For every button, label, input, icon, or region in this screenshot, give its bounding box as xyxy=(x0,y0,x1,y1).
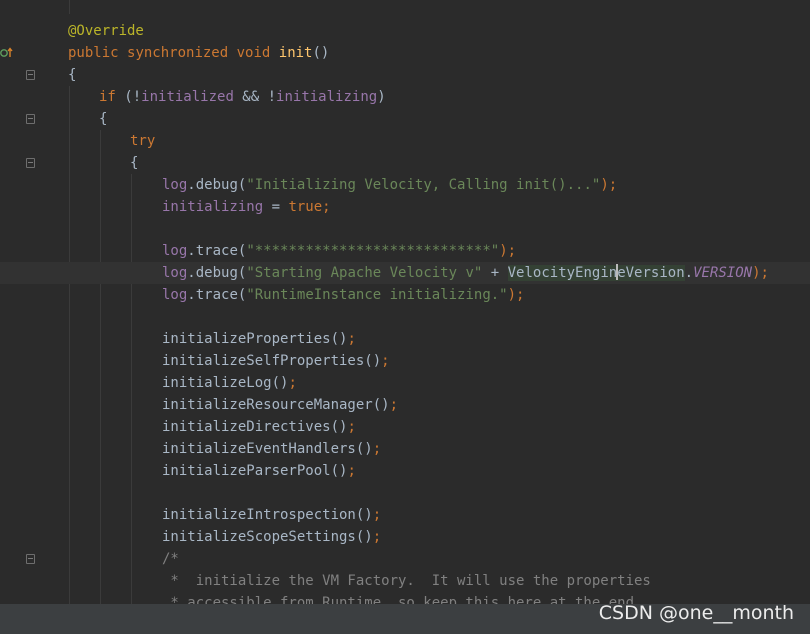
string-literal: "Starting Apache Velocity v" xyxy=(246,265,483,281)
code-line[interactable]: public synchronized void init() xyxy=(0,42,810,64)
code-line[interactable]: log.debug("Initializing Velocity, Callin… xyxy=(0,174,810,196)
code-line[interactable]: /* xyxy=(0,548,810,570)
keyword: true xyxy=(288,199,323,215)
code-line[interactable]: log.trace("****************************"… xyxy=(0,240,810,262)
class-reference: VelocityEngineVersion xyxy=(507,264,685,281)
punctuation: ; xyxy=(288,375,297,391)
code-line[interactable]: initializeResourceManager(); xyxy=(0,394,810,416)
method-call: .trace( xyxy=(187,243,247,259)
field-reference: log xyxy=(162,287,188,303)
code-line[interactable]: initializeDirectives(); xyxy=(0,416,810,438)
punctuation: ; xyxy=(322,199,331,215)
punctuation: ; xyxy=(372,507,382,523)
annotation: @Override xyxy=(68,23,144,39)
field-reference: initializing xyxy=(276,89,378,105)
field-reference: initializing xyxy=(162,199,264,215)
code-line[interactable]: initializeSelfProperties(); xyxy=(0,350,810,372)
class-name-part: VelocityEngin xyxy=(507,265,618,281)
punctuation: ; xyxy=(389,397,399,413)
punctuation: ); xyxy=(507,287,525,303)
punctuation: ); xyxy=(499,243,517,259)
punctuation: ; xyxy=(372,441,382,457)
class-name-part: eVersion xyxy=(617,265,685,281)
keyword: void xyxy=(236,45,271,61)
method-call: .trace( xyxy=(187,287,247,303)
operator: && ! xyxy=(233,89,277,105)
comment: /* xyxy=(162,551,179,567)
code-line[interactable]: @Override xyxy=(0,20,810,42)
keyword: if xyxy=(99,89,116,105)
code-line[interactable]: * initialize the VM Factory. It will use… xyxy=(0,570,810,592)
punctuation: ) xyxy=(377,89,386,105)
field-reference: log xyxy=(162,243,188,259)
code-line[interactable]: { xyxy=(0,64,810,86)
current-code-line[interactable]: log.debug("Starting Apache Velocity v" +… xyxy=(0,262,810,284)
method-call: initializeProperties() xyxy=(162,331,348,347)
method-call: .debug( xyxy=(187,177,247,193)
punctuation: () xyxy=(312,45,330,61)
code-line[interactable]: initializeLog(); xyxy=(0,372,810,394)
watermark-text: CSDN @one__month xyxy=(598,602,794,624)
operator: = xyxy=(263,199,289,215)
keyword: public xyxy=(68,45,119,61)
string-literal: "Initializing Velocity, Calling init()..… xyxy=(246,177,601,193)
keyword: synchronized xyxy=(127,45,229,61)
brace: { xyxy=(130,155,139,171)
punctuation: (! xyxy=(115,89,142,105)
indent-guide xyxy=(69,0,70,14)
code-line[interactable]: initializeEventHandlers(); xyxy=(0,438,810,460)
code-line[interactable]: log.trace("RuntimeInstance initializing.… xyxy=(0,284,810,306)
punctuation: ; xyxy=(372,529,382,545)
punctuation: ; xyxy=(347,463,356,479)
code-line[interactable]: { xyxy=(0,108,810,130)
static-constant: VERSION xyxy=(693,265,753,281)
code-line[interactable]: initializeProperties(); xyxy=(0,328,810,350)
comment: * initialize the VM Factory. It will use… xyxy=(162,573,651,589)
operator: + xyxy=(482,265,508,281)
punctuation: ); xyxy=(752,265,769,281)
code-line[interactable]: { xyxy=(0,152,810,174)
punctuation: . xyxy=(684,265,694,281)
code-line[interactable]: try xyxy=(0,130,810,152)
method-call: initializeScopeSettings() xyxy=(162,529,373,545)
code-editor[interactable]: @Override public synchronized void init(… xyxy=(0,0,810,604)
brace: { xyxy=(99,111,108,127)
code-line[interactable]: initializeScopeSettings(); xyxy=(0,526,810,548)
field-reference: initialized xyxy=(141,89,234,105)
code-line[interactable]: initializeParserPool(); xyxy=(0,460,810,482)
method-call: initializeEventHandlers() xyxy=(162,441,373,457)
string-literal: "RuntimeInstance initializing." xyxy=(246,287,508,303)
string-literal: "****************************" xyxy=(246,243,500,259)
method-call: initializeDirectives() xyxy=(162,419,348,435)
method-call: initializeResourceManager() xyxy=(162,397,390,413)
punctuation: ; xyxy=(347,419,356,435)
method-call: initializeLog() xyxy=(162,375,289,391)
code-line[interactable]: initializing = true; xyxy=(0,196,810,218)
punctuation: ); xyxy=(600,177,618,193)
field-reference: log xyxy=(162,265,188,281)
field-reference: log xyxy=(162,177,188,193)
punctuation: ; xyxy=(381,353,390,369)
method-call: initializeSelfProperties() xyxy=(162,353,382,369)
code-line[interactable]: if (!initialized && !initializing) xyxy=(0,86,810,108)
brace: { xyxy=(68,67,77,83)
method-name: init xyxy=(278,45,313,61)
method-call: initializeParserPool() xyxy=(162,463,348,479)
method-call: initializeIntrospection() xyxy=(162,507,373,523)
comment: * accessible from Runtime, so keep this … xyxy=(162,595,635,604)
code-line[interactable]: initializeIntrospection(); xyxy=(0,504,810,526)
keyword: try xyxy=(130,133,156,149)
method-call: .debug( xyxy=(187,265,247,281)
punctuation: ; xyxy=(347,331,356,347)
